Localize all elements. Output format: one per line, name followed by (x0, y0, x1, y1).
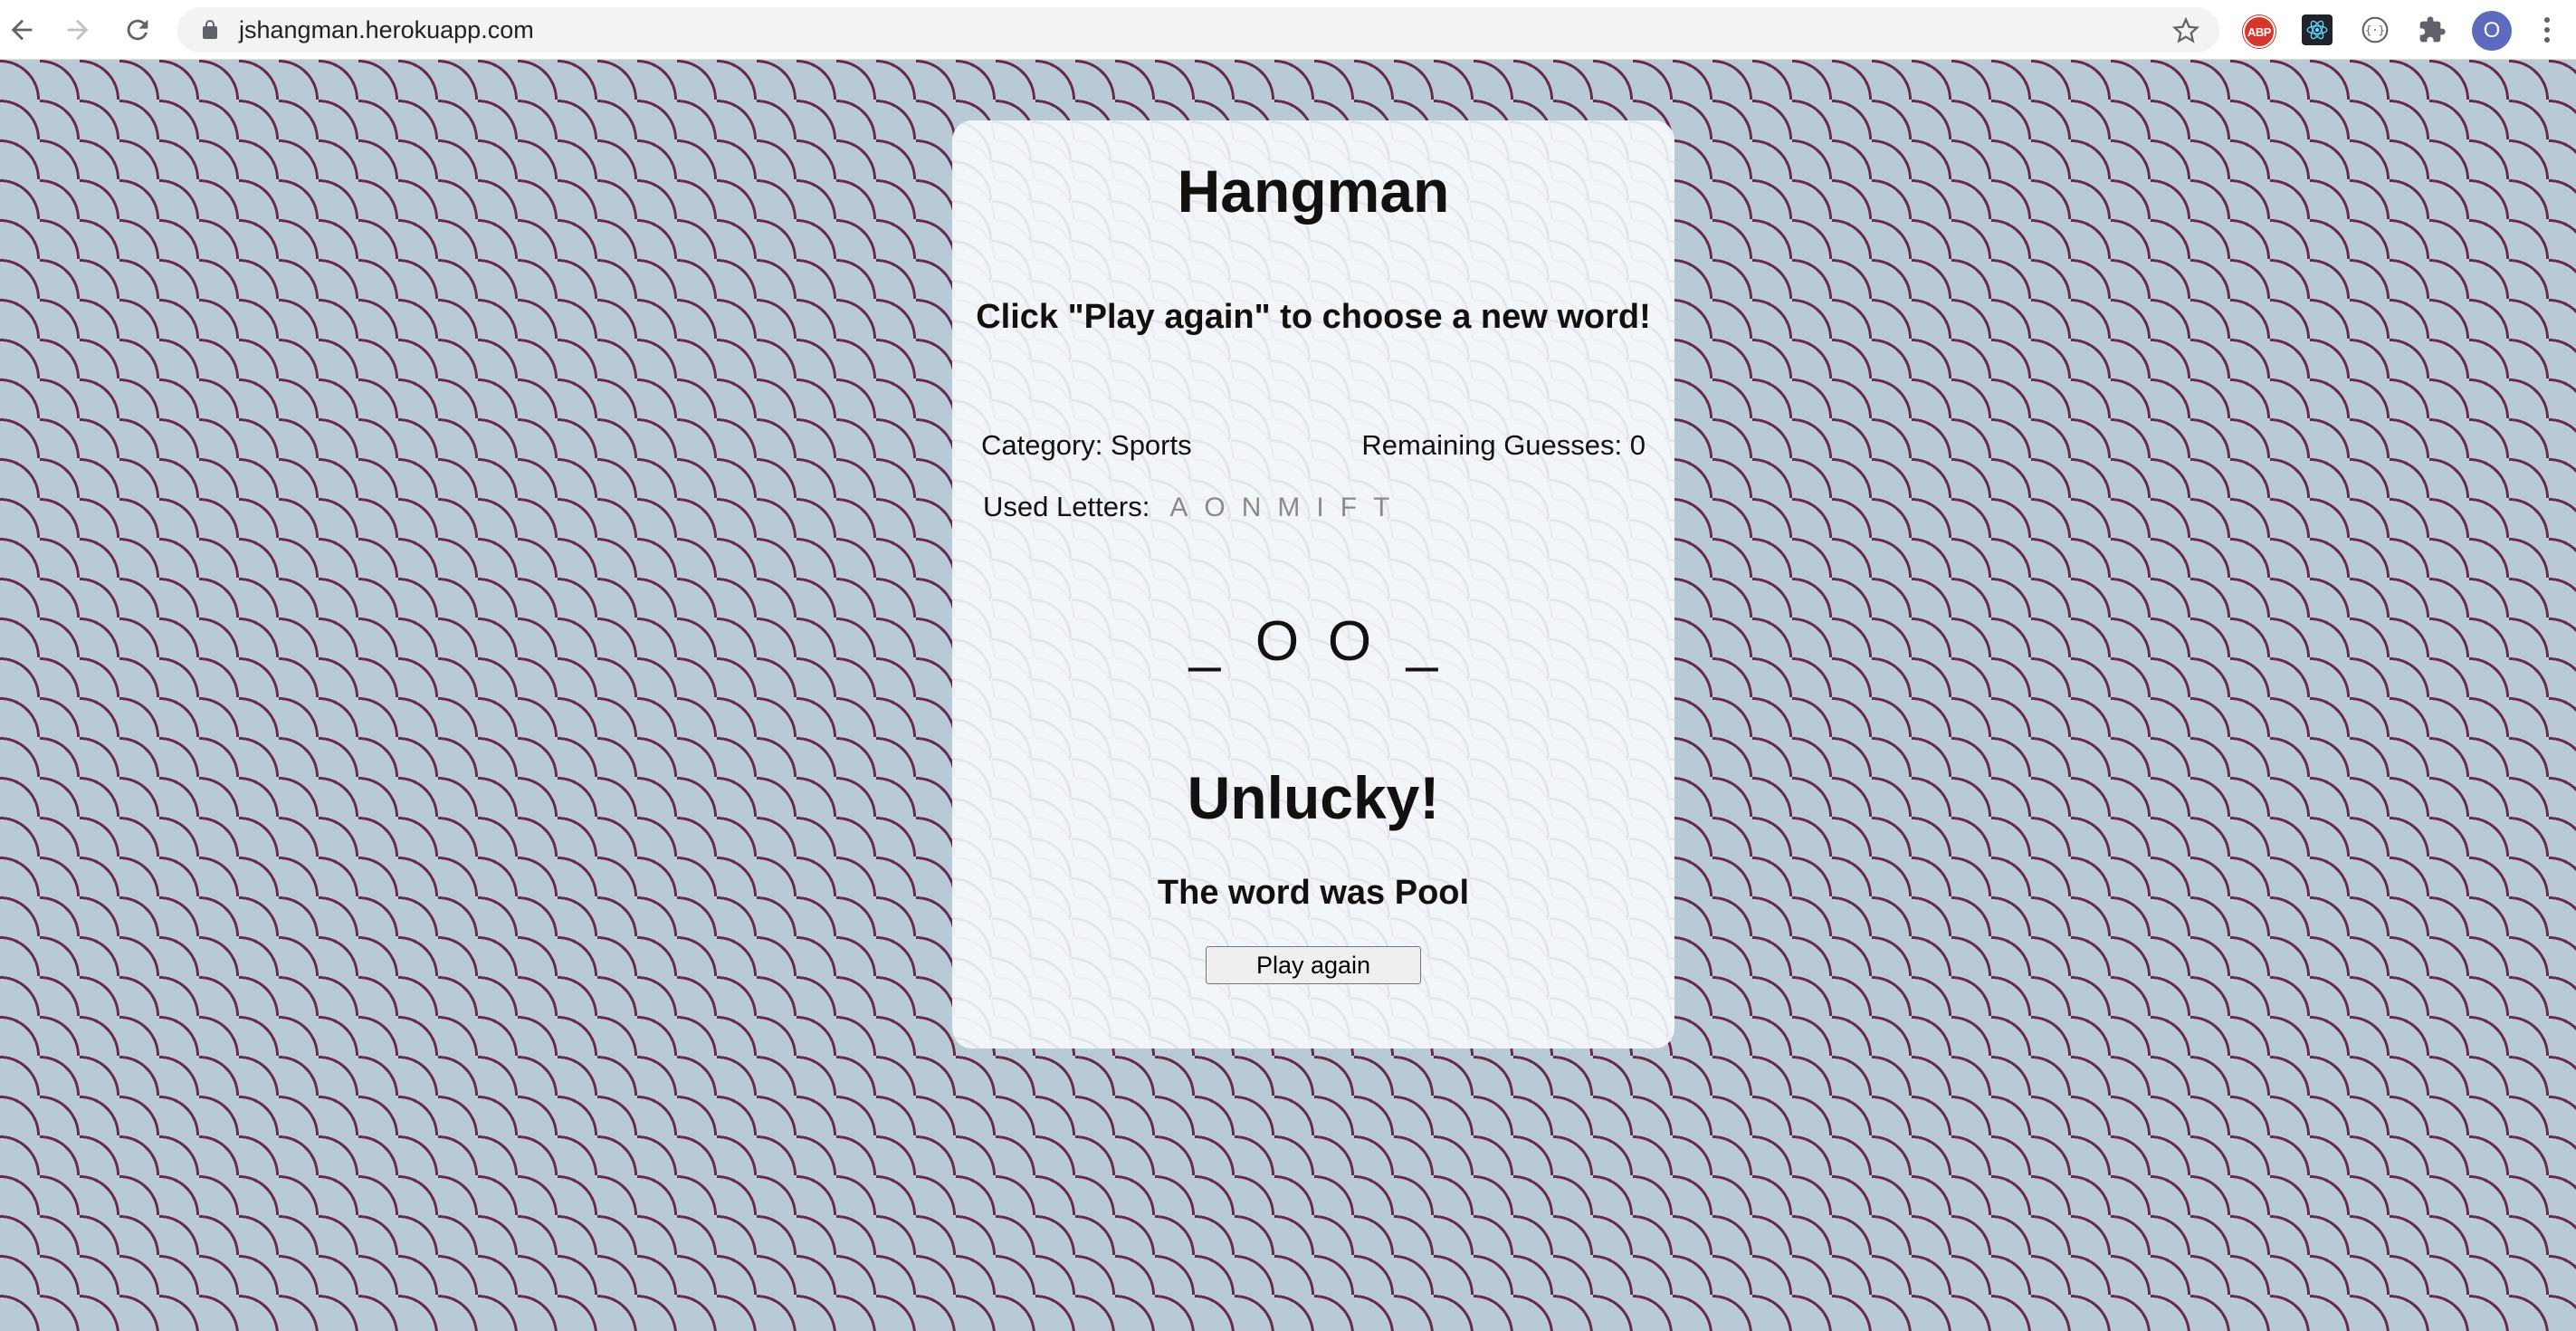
arrow-right-icon (67, 19, 89, 41)
browser-menu-button[interactable] (2534, 13, 2560, 47)
word-display: _ O O _ (952, 609, 1674, 674)
used-letter: O (1204, 493, 1226, 522)
avatar-initial: O (2483, 18, 2501, 43)
forward-button[interactable] (60, 12, 96, 48)
instruction-text: Click "Play again" to choose a new word! (976, 298, 1651, 336)
used-letter: F (1340, 493, 1358, 522)
word-reveal-text: The word was Pool (1157, 874, 1470, 912)
remaining-guesses-label: Remaining Guesses: 0 (1361, 429, 1646, 461)
word-slot: _ (1406, 610, 1438, 673)
menu-dot-icon (2544, 27, 2550, 33)
address-bar[interactable]: jshangman.herokuapp.com (177, 7, 2219, 53)
json-viewer-extension-icon[interactable]: {·} (2358, 13, 2392, 47)
used-letter: I (1316, 493, 1324, 522)
play-again-button[interactable]: Play again (1206, 946, 1421, 984)
used-letter: T (1373, 493, 1390, 522)
react-atom-icon (2306, 20, 2328, 40)
word-slot: O (1255, 610, 1300, 673)
adblock-extension-icon[interactable]: ABP (2243, 15, 2275, 48)
word-slot: O (1327, 610, 1372, 673)
word-slot: _ (1188, 610, 1221, 673)
category-label: Category: Sports (981, 429, 1192, 461)
arrow-left-icon (11, 19, 33, 41)
lock-icon (203, 20, 217, 39)
adblock-label: ABP (2247, 24, 2271, 39)
svg-text:{·}: {·} (2365, 24, 2385, 37)
back-button[interactable] (4, 12, 40, 48)
braces-circle-icon: {·} (2361, 16, 2389, 43)
used-letter: M (1277, 493, 1301, 522)
extensions-puzzle-button[interactable] (2415, 13, 2449, 47)
used-letters-row: Used Letters: A O N M I F T (983, 491, 1389, 523)
used-letters-label: Used Letters: (983, 491, 1150, 522)
reload-button[interactable] (119, 12, 156, 48)
puzzle-icon (2419, 16, 2446, 43)
browser-toolbar: jshangman.herokuapp.com ABP {·} O (0, 0, 2576, 60)
used-letter: A (1169, 493, 1188, 522)
menu-dot-icon (2544, 17, 2550, 23)
menu-dot-icon (2544, 37, 2550, 43)
game-card: Hangman Click "Play again" to choose a n… (952, 120, 1674, 1049)
reload-icon (127, 19, 148, 41)
used-letter: N (1241, 493, 1262, 522)
bookmark-star-icon[interactable] (2172, 17, 2199, 44)
page-title: Hangman (1177, 158, 1450, 225)
profile-avatar[interactable]: O (2472, 11, 2512, 51)
url-text: jshangman.herokuapp.com (239, 16, 534, 43)
used-letters-list: A O N M I F T (1169, 493, 1389, 523)
react-devtools-icon[interactable] (2302, 14, 2333, 45)
result-heading: Unlucky! (1187, 764, 1440, 831)
